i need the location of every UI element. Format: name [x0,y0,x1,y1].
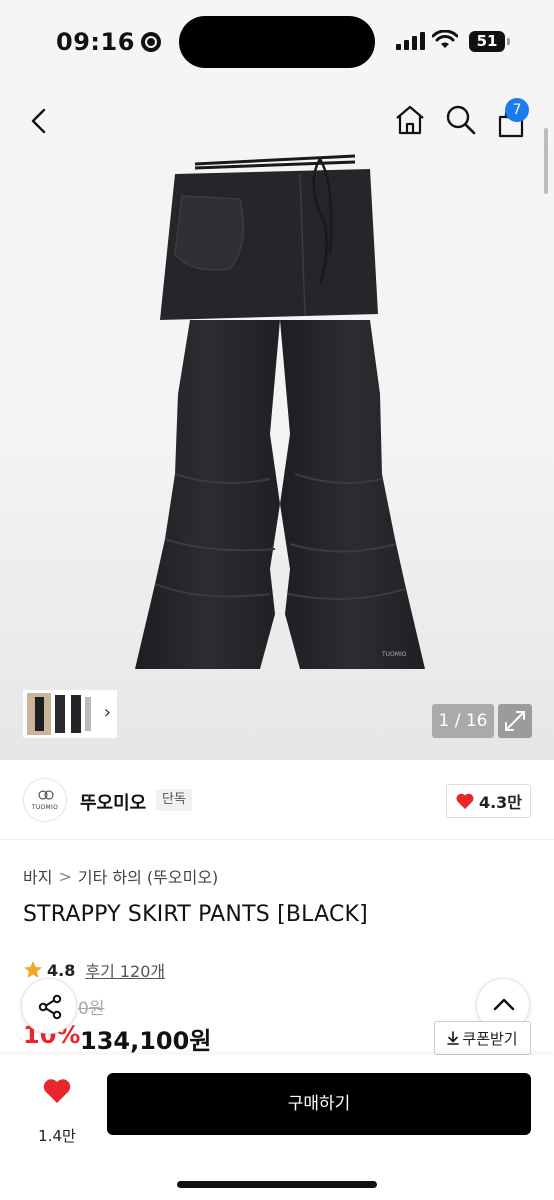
breadcrumb-level1[interactable]: 바지 [23,864,52,888]
chevron-right-icon[interactable]: › [104,702,111,723]
buy-button[interactable]: 구매하기 [107,1073,531,1135]
share-icon [38,994,62,1020]
clock-text: 09:16 [56,28,135,56]
brand-logo[interactable]: TUOMIO [23,778,67,822]
thumbnail-strip[interactable]: › [23,690,117,738]
product-gallery[interactable]: 7 TUOMIO › 1 / 16 [0,84,554,760]
product-image: TUOMIO [135,154,425,669]
wishlist-button[interactable]: 1.4만 [22,1073,92,1145]
product-title: STRAPPY SKIRT PANTS [BLACK] [23,902,368,927]
share-button[interactable] [21,978,77,1034]
home-indicator [177,1181,377,1188]
coupon-label: 쿠폰받기 [462,1029,518,1048]
battery-indicator: 51 [469,31,510,52]
wifi-icon [432,30,458,48]
review-link[interactable]: 후기 120개 [85,958,165,982]
brand-like-button[interactable]: 4.3만 [446,784,531,818]
product-logo-text: TUOMIO [381,651,407,658]
original-price: 0원 [78,999,105,1019]
status-bar: 09:16 51 [0,0,554,84]
dynamic-island [179,16,375,68]
back-icon[interactable] [28,108,52,134]
breadcrumb-level2[interactable]: 기타 하의 (뚜오미오) [78,864,218,888]
cart-count-badge: 7 [505,98,529,122]
brand-name[interactable]: 뚜오미오 [80,789,146,815]
chevron-up-icon [493,998,515,1011]
star-icon [24,961,42,978]
brand-logo-mark [38,790,54,800]
coupon-button[interactable]: 쿠폰받기 [434,1021,531,1055]
scrollbar[interactable] [544,128,548,194]
bottom-action-bar: 1.4만 구매하기 [0,1055,554,1200]
wishlist-count: 1.4만 [38,1127,76,1145]
sale-price: 134,100원 [80,1027,212,1055]
heart-icon [456,793,474,809]
brand-row[interactable]: TUOMIO 뚜오미오 단독 4.3만 [0,760,554,840]
globe-icon [140,32,161,52]
thumbnail-image[interactable] [27,693,95,735]
top-navigation: 7 [0,98,554,142]
status-time: 09:16 [56,28,161,56]
download-icon [447,1031,460,1045]
product-page: 09:16 51 7 TUOMIO › 1 / 16 TUOMIO 뚜오미오 단… [0,0,554,1200]
brand-logo-text: TUOMIO [31,804,59,811]
image-pager: 1 / 16 [432,704,494,738]
exclusive-badge: 단독 [156,789,192,811]
breadcrumb-separator: > [58,866,72,886]
signal-icon [396,32,425,50]
heart-icon [43,1079,71,1103]
brand-like-count: 4.3만 [478,793,523,812]
expand-icon[interactable] [498,704,532,738]
rating-score: 4.8 [47,960,76,980]
divider [0,839,554,840]
search-icon[interactable] [445,104,477,136]
home-icon[interactable] [394,104,426,136]
breadcrumb: 바지 > 기타 하의 (뚜오미오) [23,864,218,888]
